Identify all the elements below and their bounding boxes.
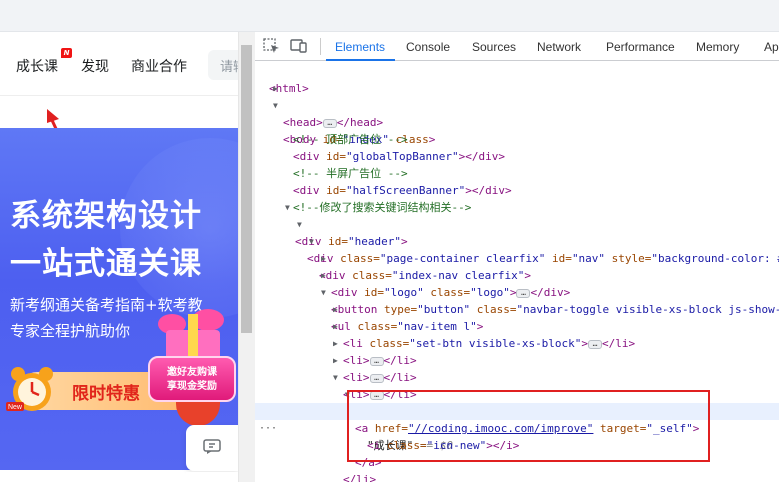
device-toolbar-icon[interactable] (290, 38, 308, 54)
dom-comment[interactable]: <!-- 半屏广告位 --> (255, 148, 779, 180)
tab-elements[interactable]: Elements (335, 40, 385, 54)
dom-node-li-set-btn[interactable]: ▶ <li class="set-btn visible-xs-block">…… (255, 301, 779, 350)
site-navbar: 成长课 N 发现 商业合作 请输 (0, 32, 238, 96)
dom-node-header[interactable]: ▼ <div id="header"> (255, 199, 779, 248)
devtools-panel: Elements Console Sources Network Perform… (255, 32, 779, 482)
nav-item-growth-course[interactable]: 成长课 (16, 56, 58, 76)
dom-node-logo[interactable]: ▶ <div id="logo" class="logo">… </div> (255, 250, 779, 299)
page-scrollbar-thumb[interactable] (241, 45, 252, 333)
browser-top-strip (0, 0, 779, 32)
expand-triangle-icon[interactable]: ▶ (333, 352, 338, 369)
side-float-panel-bottom (186, 472, 238, 482)
dom-comment[interactable]: <!-- 顶部广告位 --> (255, 114, 779, 146)
course-banner[interactable]: 系统架构设计 一站式通关课 新考纲通关备考指南+软考教 专家全程护航助你 限时特… (0, 128, 238, 470)
tab-application[interactable]: Ap (764, 40, 779, 54)
dom-comment[interactable]: <!--修改了搜索关键词结构相关--> (255, 182, 779, 214)
red-coin-decoration (176, 402, 220, 426)
devtools-tab-bar: Elements Console Sources Network Perform… (255, 32, 779, 61)
expand-triangle-icon[interactable]: ▶ (333, 318, 338, 335)
banner-title-line1: 系统架构设计 (10, 198, 202, 234)
expand-triangle-icon[interactable]: ▶ (273, 80, 278, 97)
nav-item-business[interactable]: 商业合作 (131, 56, 187, 76)
dom-node-li[interactable]: ▶ <li>… </li> (255, 352, 779, 401)
gift-label-line1: 邀好友购课 (167, 367, 217, 378)
banner-subtitle-line2: 专家全程护航助你 (10, 322, 131, 340)
promo-label: 限时特惠 (72, 384, 140, 404)
side-float-panel[interactable] (186, 425, 238, 471)
expand-triangle-icon[interactable]: ▶ (321, 267, 326, 284)
dom-node-head[interactable]: ▶ <head>… </head> (255, 80, 779, 129)
collapse-triangle-icon[interactable]: ▼ (273, 97, 278, 114)
nav-item-discover[interactable]: 发现 (81, 56, 109, 76)
dom-node-button[interactable]: ▶ <button type="button" class="navbar-to… (255, 267, 779, 316)
collapse-triangle-icon[interactable]: ▼ (285, 199, 290, 216)
dom-node-body[interactable]: ▼ <body id="index" class> (255, 97, 779, 146)
dom-node-index-nav[interactable]: ▼ <div class="index-nav clearfix"> (255, 233, 779, 282)
expand-triangle-icon[interactable]: ▶ (333, 301, 338, 318)
dom-node-li[interactable]: ▶ <li>… </li> (255, 335, 779, 384)
tab-performance[interactable]: Performance (606, 40, 675, 54)
clock-new-tag: New (8, 404, 23, 411)
gift-invite-label: 邀好友购课 享现金奖励 (148, 356, 236, 402)
tab-divider (320, 38, 321, 55)
gift-label-line2: 享现金奖励 (167, 381, 217, 392)
annotation-highlight-box (347, 390, 710, 462)
expand-triangle-icon[interactable]: ▶ (321, 250, 326, 267)
banner-title-line2: 一站式通关课 (10, 246, 202, 282)
search-input[interactable]: 请输 (208, 50, 238, 80)
dom-node-nav[interactable]: ▼ <div class="page-container clearfix" i… (255, 216, 779, 265)
dom-node-li[interactable]: ▶ <li>… </li> (255, 318, 779, 367)
collapse-triangle-icon[interactable]: ▼ (321, 284, 326, 301)
inspect-element-icon[interactable] (263, 38, 281, 54)
alarm-clock-icon: New (6, 367, 53, 411)
dom-node-html[interactable]: <html> (255, 63, 779, 95)
collapse-triangle-icon[interactable]: ▼ (333, 369, 338, 386)
dom-node-global-top-banner[interactable]: <div id="globalTopBanner"></div> (255, 131, 779, 163)
tab-network[interactable]: Network (537, 40, 581, 54)
collapse-triangle-icon[interactable]: ▼ (297, 216, 302, 233)
tab-memory[interactable]: Memory (696, 40, 739, 54)
dom-node-half-screen-banner[interactable]: <div id="halfScreenBanner"></div> (255, 165, 779, 197)
chat-icon[interactable] (203, 439, 221, 455)
web-page-viewport: 成长课 N 发现 商业合作 请输 系统架构设计 一站式通关课 新考纲通关备考指南… (0, 32, 238, 482)
expand-triangle-icon[interactable]: ▶ (333, 335, 338, 352)
dom-node-li-expanded[interactable]: ▼ <li> (255, 369, 779, 418)
tab-console[interactable]: Console (406, 40, 450, 54)
collapse-triangle-icon[interactable]: ▼ (309, 233, 314, 250)
tab-sources[interactable]: Sources (472, 40, 516, 54)
dom-node-ul-nav-item[interactable]: ▼ <ul class="nav-item l"> (255, 284, 779, 333)
new-badge-icon: N (61, 48, 72, 58)
